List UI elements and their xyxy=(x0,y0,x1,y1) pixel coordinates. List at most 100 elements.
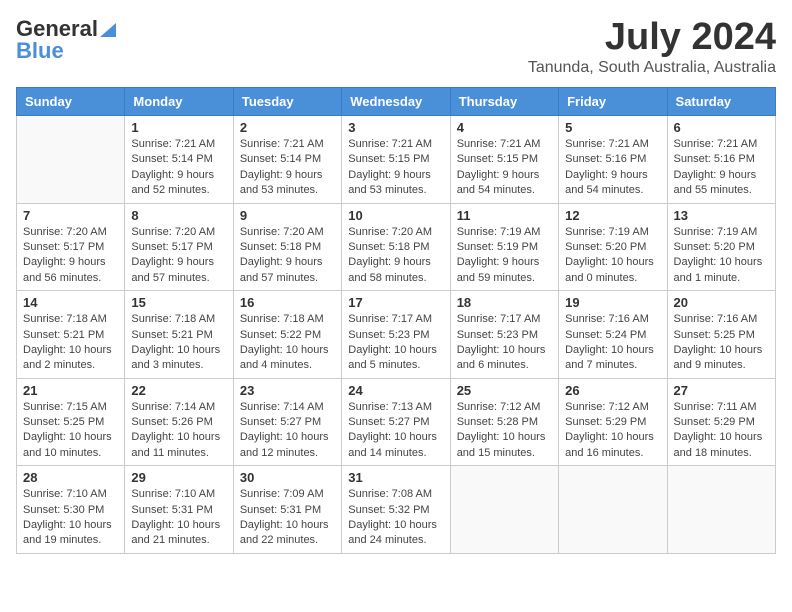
day-number: 25 xyxy=(457,383,552,398)
calendar-cell: 3 Sunrise: 7:21 AMSunset: 5:15 PMDaylight… xyxy=(342,116,450,204)
day-info: Sunrise: 7:18 AMSunset: 5:21 PMDaylight:… xyxy=(23,312,118,374)
day-info: Sunrise: 7:16 AMSunset: 5:24 PMDaylight:… xyxy=(565,312,660,374)
day-info: Sunrise: 7:20 AMSunset: 5:17 PMDaylight:… xyxy=(23,225,118,287)
day-info: Sunrise: 7:14 AMSunset: 5:27 PMDaylight:… xyxy=(240,400,335,462)
day-info: Sunrise: 7:13 AMSunset: 5:27 PMDaylight:… xyxy=(348,400,443,462)
calendar-cell: 6 Sunrise: 7:21 AMSunset: 5:16 PMDaylight… xyxy=(667,116,775,204)
calendar-cell xyxy=(667,466,775,554)
day-number: 12 xyxy=(565,208,660,223)
day-info: Sunrise: 7:21 AMSunset: 5:15 PMDaylight:… xyxy=(457,137,552,199)
weekday-header: Wednesday xyxy=(342,88,450,116)
calendar-cell: 10 Sunrise: 7:20 AMSunset: 5:18 PMDayligh… xyxy=(342,203,450,291)
day-info: Sunrise: 7:15 AMSunset: 5:25 PMDaylight:… xyxy=(23,400,118,462)
logo-blue-text: Blue xyxy=(16,38,64,64)
day-info: Sunrise: 7:09 AMSunset: 5:31 PMDaylight:… xyxy=(240,487,335,549)
calendar-cell: 18 Sunrise: 7:17 AMSunset: 5:23 PMDayligh… xyxy=(450,291,558,379)
day-number: 31 xyxy=(348,470,443,485)
day-number: 8 xyxy=(131,208,226,223)
day-info: Sunrise: 7:20 AMSunset: 5:18 PMDaylight:… xyxy=(240,225,335,287)
location: Tanunda, South Australia, Australia xyxy=(528,59,776,77)
calendar-cell: 14 Sunrise: 7:18 AMSunset: 5:21 PMDayligh… xyxy=(17,291,125,379)
day-info: Sunrise: 7:10 AMSunset: 5:31 PMDaylight:… xyxy=(131,487,226,549)
weekday-header: Monday xyxy=(125,88,233,116)
day-info: Sunrise: 7:18 AMSunset: 5:22 PMDaylight:… xyxy=(240,312,335,374)
calendar-cell: 25 Sunrise: 7:12 AMSunset: 5:28 PMDayligh… xyxy=(450,378,558,466)
logo-arrow-icon xyxy=(100,19,116,42)
day-info: Sunrise: 7:21 AMSunset: 5:14 PMDaylight:… xyxy=(240,137,335,199)
calendar-cell: 19 Sunrise: 7:16 AMSunset: 5:24 PMDayligh… xyxy=(559,291,667,379)
day-info: Sunrise: 7:18 AMSunset: 5:21 PMDaylight:… xyxy=(131,312,226,374)
calendar-cell: 5 Sunrise: 7:21 AMSunset: 5:16 PMDaylight… xyxy=(559,116,667,204)
calendar-cell: 16 Sunrise: 7:18 AMSunset: 5:22 PMDayligh… xyxy=(233,291,341,379)
page-header: General Blue July 2024 Tanunda, South Au… xyxy=(16,16,776,77)
day-info: Sunrise: 7:21 AMSunset: 5:16 PMDaylight:… xyxy=(674,137,769,199)
day-info: Sunrise: 7:21 AMSunset: 5:15 PMDaylight:… xyxy=(348,137,443,199)
weekday-header: Saturday xyxy=(667,88,775,116)
day-number: 6 xyxy=(674,120,769,135)
day-info: Sunrise: 7:19 AMSunset: 5:20 PMDaylight:… xyxy=(674,225,769,287)
day-info: Sunrise: 7:08 AMSunset: 5:32 PMDaylight:… xyxy=(348,487,443,549)
day-info: Sunrise: 7:11 AMSunset: 5:29 PMDaylight:… xyxy=(674,400,769,462)
day-number: 27 xyxy=(674,383,769,398)
calendar-table: SundayMondayTuesdayWednesdayThursdayFrid… xyxy=(16,87,776,554)
day-number: 19 xyxy=(565,295,660,310)
title-block: July 2024 Tanunda, South Australia, Aust… xyxy=(528,16,776,77)
day-number: 29 xyxy=(131,470,226,485)
month-year: July 2024 xyxy=(528,16,776,59)
day-number: 4 xyxy=(457,120,552,135)
day-number: 14 xyxy=(23,295,118,310)
day-number: 26 xyxy=(565,383,660,398)
calendar-cell: 1Sunrise: 7:21 AMSunset: 5:14 PMDaylight… xyxy=(125,116,233,204)
calendar-cell xyxy=(559,466,667,554)
day-info: Sunrise: 7:17 AMSunset: 5:23 PMDaylight:… xyxy=(457,312,552,374)
weekday-header: Sunday xyxy=(17,88,125,116)
calendar-cell: 8 Sunrise: 7:20 AMSunset: 5:17 PMDaylight… xyxy=(125,203,233,291)
day-info: Sunrise: 7:10 AMSunset: 5:30 PMDaylight:… xyxy=(23,487,118,549)
weekday-header: Friday xyxy=(559,88,667,116)
day-info: Sunrise: 7:20 AMSunset: 5:17 PMDaylight:… xyxy=(131,225,226,287)
day-info: Sunrise: 7:14 AMSunset: 5:26 PMDaylight:… xyxy=(131,400,226,462)
calendar-cell: 11 Sunrise: 7:19 AMSunset: 5:19 PMDayligh… xyxy=(450,203,558,291)
calendar-cell: 13Sunrise: 7:19 AMSunset: 5:20 PMDayligh… xyxy=(667,203,775,291)
calendar-cell xyxy=(450,466,558,554)
calendar-cell: 21 Sunrise: 7:15 AMSunset: 5:25 PMDayligh… xyxy=(17,378,125,466)
day-number: 5 xyxy=(565,120,660,135)
day-info: Sunrise: 7:12 AMSunset: 5:29 PMDaylight:… xyxy=(565,400,660,462)
day-number: 3 xyxy=(348,120,443,135)
day-number: 16 xyxy=(240,295,335,310)
weekday-header: Tuesday xyxy=(233,88,341,116)
day-info: Sunrise: 7:17 AMSunset: 5:23 PMDaylight:… xyxy=(348,312,443,374)
day-number: 10 xyxy=(348,208,443,223)
calendar-cell: 30 Sunrise: 7:09 AMSunset: 5:31 PMDayligh… xyxy=(233,466,341,554)
calendar-cell: 24 Sunrise: 7:13 AMSunset: 5:27 PMDayligh… xyxy=(342,378,450,466)
day-info: Sunrise: 7:21 AMSunset: 5:16 PMDaylight:… xyxy=(565,137,660,199)
day-info: Sunrise: 7:20 AMSunset: 5:18 PMDaylight:… xyxy=(348,225,443,287)
day-number: 23 xyxy=(240,383,335,398)
day-info: Sunrise: 7:21 AMSunset: 5:14 PMDaylight:… xyxy=(131,137,226,199)
day-number: 15 xyxy=(131,295,226,310)
day-info: Sunrise: 7:19 AMSunset: 5:20 PMDaylight:… xyxy=(565,225,660,287)
day-info: Sunrise: 7:12 AMSunset: 5:28 PMDaylight:… xyxy=(457,400,552,462)
day-number: 21 xyxy=(23,383,118,398)
day-number: 11 xyxy=(457,208,552,223)
calendar-cell: 26 Sunrise: 7:12 AMSunset: 5:29 PMDayligh… xyxy=(559,378,667,466)
calendar-cell xyxy=(17,116,125,204)
calendar-cell: 4 Sunrise: 7:21 AMSunset: 5:15 PMDaylight… xyxy=(450,116,558,204)
day-info: Sunrise: 7:19 AMSunset: 5:19 PMDaylight:… xyxy=(457,225,552,287)
calendar-cell: 12 Sunrise: 7:19 AMSunset: 5:20 PMDayligh… xyxy=(559,203,667,291)
calendar-cell: 27 Sunrise: 7:11 AMSunset: 5:29 PMDayligh… xyxy=(667,378,775,466)
weekday-header: Thursday xyxy=(450,88,558,116)
calendar-cell: 23 Sunrise: 7:14 AMSunset: 5:27 PMDayligh… xyxy=(233,378,341,466)
logo: General Blue xyxy=(16,16,116,64)
day-number: 28 xyxy=(23,470,118,485)
calendar-cell: 7 Sunrise: 7:20 AMSunset: 5:17 PMDaylight… xyxy=(17,203,125,291)
day-number: 24 xyxy=(348,383,443,398)
calendar-cell: 31 Sunrise: 7:08 AMSunset: 5:32 PMDayligh… xyxy=(342,466,450,554)
day-number: 18 xyxy=(457,295,552,310)
day-number: 22 xyxy=(131,383,226,398)
calendar-cell: 22 Sunrise: 7:14 AMSunset: 5:26 PMDayligh… xyxy=(125,378,233,466)
day-number: 20 xyxy=(674,295,769,310)
day-number: 9 xyxy=(240,208,335,223)
day-number: 7 xyxy=(23,208,118,223)
day-number: 30 xyxy=(240,470,335,485)
